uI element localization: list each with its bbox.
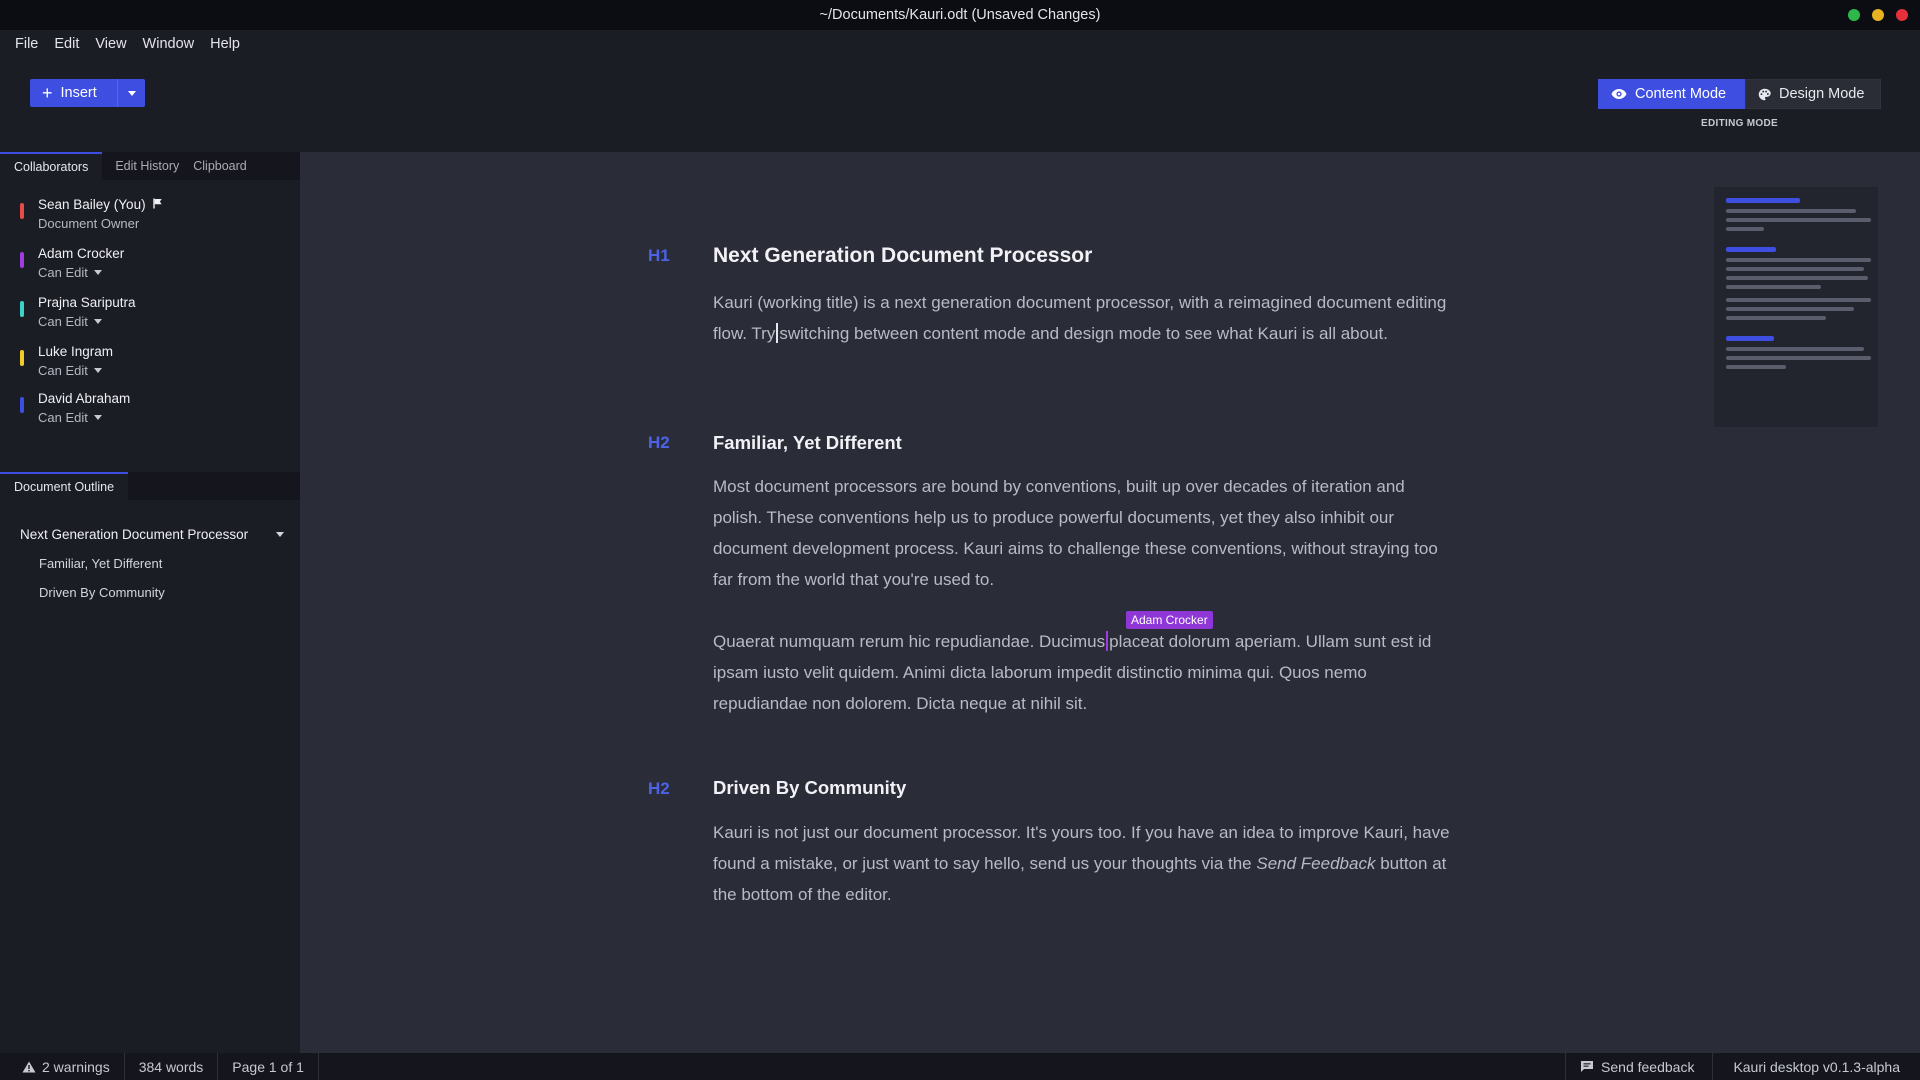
outline-item-label: Next Generation Document Processor (20, 527, 249, 542)
collaborator-color-bar (20, 301, 24, 317)
collaborator-role: Document Owner (38, 216, 140, 231)
collaborator-name: Luke Ingram (38, 344, 114, 359)
paragraph-text: switching between content mode and desig… (779, 324, 1388, 343)
collaborator-name: Prajna Sariputra (38, 295, 136, 310)
chevron-down-icon (93, 270, 102, 275)
collaborator-color-bar (20, 203, 24, 219)
collaborator-name: Adam Crocker (38, 246, 125, 261)
menu-view[interactable]: View (95, 36, 126, 52)
collaborator-name: David Abraham (38, 391, 131, 406)
document-canvas[interactable]: H1 Next Generation Document Processor Ka… (300, 152, 1920, 1053)
chevron-down-icon (93, 415, 102, 420)
collaborator-list: Sean Bailey (You) Document Owner Adam Cr… (0, 180, 300, 435)
collaborator-role: Can Edit (38, 314, 88, 329)
status-bar: 2 warnings 384 words Page 1 of 1 Send fe… (0, 1053, 1920, 1080)
outline-item-h2[interactable]: Driven By Community (0, 578, 300, 607)
menu-help[interactable]: Help (210, 36, 240, 52)
send-feedback-button[interactable]: Send feedback (1565, 1053, 1712, 1080)
document-outline: Next Generation Document Processor Famil… (0, 520, 300, 607)
window-title: ~/Documents/Kauri.odt (Unsaved Changes) (819, 7, 1101, 23)
collaborator-cursor (1106, 631, 1109, 651)
document-paragraph[interactable]: Kauri is not just our document processor… (713, 817, 1453, 910)
window-controls (1848, 9, 1908, 21)
paragraph-emphasis: Send Feedback (1256, 854, 1376, 873)
warnings-count: 2 warnings (42, 1058, 110, 1075)
sidebar-tabs: Collaborators Edit History Clipboard (0, 152, 300, 180)
menu-file[interactable]: File (15, 36, 38, 52)
maximize-button[interactable] (1848, 9, 1860, 21)
plus-icon: + (42, 83, 53, 103)
menu-edit[interactable]: Edit (54, 36, 79, 52)
permission-dropdown[interactable]: Can Edit (38, 410, 300, 425)
close-button[interactable] (1896, 9, 1908, 21)
paragraph-text: Quaerat numquam rerum hic repudiandae. D… (713, 632, 1106, 651)
permission-dropdown[interactable]: Can Edit (38, 314, 300, 329)
collaborator-cursor-label: Adam Crocker (1126, 611, 1213, 629)
outline-item-h1[interactable]: Next Generation Document Processor (0, 520, 300, 549)
tab-collaborators[interactable]: Collaborators (0, 152, 103, 180)
heading-level-marker: H1 (648, 246, 670, 265)
collaborator-role: Can Edit (38, 363, 88, 378)
document-paragraph[interactable]: Kauri (working title) is a next generati… (713, 287, 1453, 349)
insert-dropdown-button[interactable] (117, 79, 145, 107)
collaborator-color-bar (20, 350, 24, 366)
minimize-button[interactable] (1872, 9, 1884, 21)
chevron-down-icon[interactable] (276, 532, 284, 537)
menu-window[interactable]: Window (143, 36, 195, 52)
collaborator-color-bar (20, 397, 24, 413)
flag-icon (152, 198, 163, 212)
palette-icon (1758, 88, 1771, 101)
design-mode-button[interactable]: Design Mode (1745, 79, 1881, 109)
mode-switcher: Content Mode Design Mode (1598, 79, 1881, 109)
permission-dropdown[interactable]: Can Edit (38, 265, 300, 280)
heading-level-marker: H2 (648, 433, 670, 452)
heading-level-marker: H2 (648, 779, 670, 798)
design-mode-label: Design Mode (1779, 86, 1865, 102)
document-minimap[interactable] (1714, 187, 1878, 427)
document-heading-h1[interactable]: Next Generation Document Processor (713, 244, 1092, 268)
menu-bar: File Edit View Window Help (0, 30, 1920, 58)
document-paragraph[interactable]: Quaerat numquam rerum hic repudiandae. D… (713, 626, 1453, 719)
document-heading-h2[interactable]: Familiar, Yet Different (713, 432, 902, 454)
insert-label: Insert (60, 85, 97, 101)
warning-icon (22, 1061, 36, 1073)
content-mode-button[interactable]: Content Mode (1598, 79, 1745, 109)
chevron-down-icon (93, 368, 102, 373)
tab-edit-history[interactable]: Edit History (102, 152, 186, 180)
document-paragraph[interactable]: Most document processors are bound by co… (713, 471, 1453, 595)
word-count: 384 words (125, 1053, 219, 1080)
tab-document-outline[interactable]: Document Outline (0, 472, 129, 500)
feedback-icon (1580, 1060, 1594, 1073)
send-feedback-label: Send feedback (1601, 1058, 1695, 1075)
chevron-down-icon (127, 90, 136, 96)
collaborator-name: Sean Bailey (You) (38, 197, 146, 212)
collaborator-item: Sean Bailey (You) Document Owner (0, 192, 300, 241)
outline-item-label: Driven By Community (39, 585, 165, 600)
app-version: Kauri desktop v0.1.3-alpha (1712, 1053, 1920, 1080)
collaborator-item: Luke Ingram Can Edit (0, 339, 300, 388)
outline-item-label: Familiar, Yet Different (39, 556, 163, 571)
sidebar: Collaborators Edit History Clipboard Sea… (0, 152, 300, 1053)
editing-mode-caption: EDITING MODE (1701, 118, 1778, 129)
outline-tabs: Document Outline (0, 472, 300, 500)
toolbar: + Insert Content Mode Design Mode EDITIN… (0, 58, 1920, 152)
insert-button[interactable]: + Insert (30, 79, 145, 107)
warnings-indicator[interactable]: 2 warnings (0, 1053, 125, 1080)
collaborator-item: Prajna Sariputra Can Edit (0, 290, 300, 339)
content-mode-label: Content Mode (1635, 86, 1727, 102)
collaborator-color-bar (20, 252, 24, 268)
eye-icon (1611, 88, 1627, 100)
collaborator-item: Adam Crocker Can Edit (0, 241, 300, 290)
collaborator-item: David Abraham Can Edit (0, 388, 300, 435)
tab-clipboard[interactable]: Clipboard (186, 152, 254, 180)
document-heading-h2[interactable]: Driven By Community (713, 777, 906, 799)
outline-item-h2[interactable]: Familiar, Yet Different (0, 549, 300, 578)
title-bar: ~/Documents/Kauri.odt (Unsaved Changes) (0, 0, 1920, 30)
collaborator-role: Can Edit (38, 265, 88, 280)
collaborator-role: Can Edit (38, 410, 88, 425)
permission-dropdown[interactable]: Can Edit (38, 363, 300, 378)
page-indicator: Page 1 of 1 (218, 1053, 319, 1080)
chevron-down-icon (93, 319, 102, 324)
